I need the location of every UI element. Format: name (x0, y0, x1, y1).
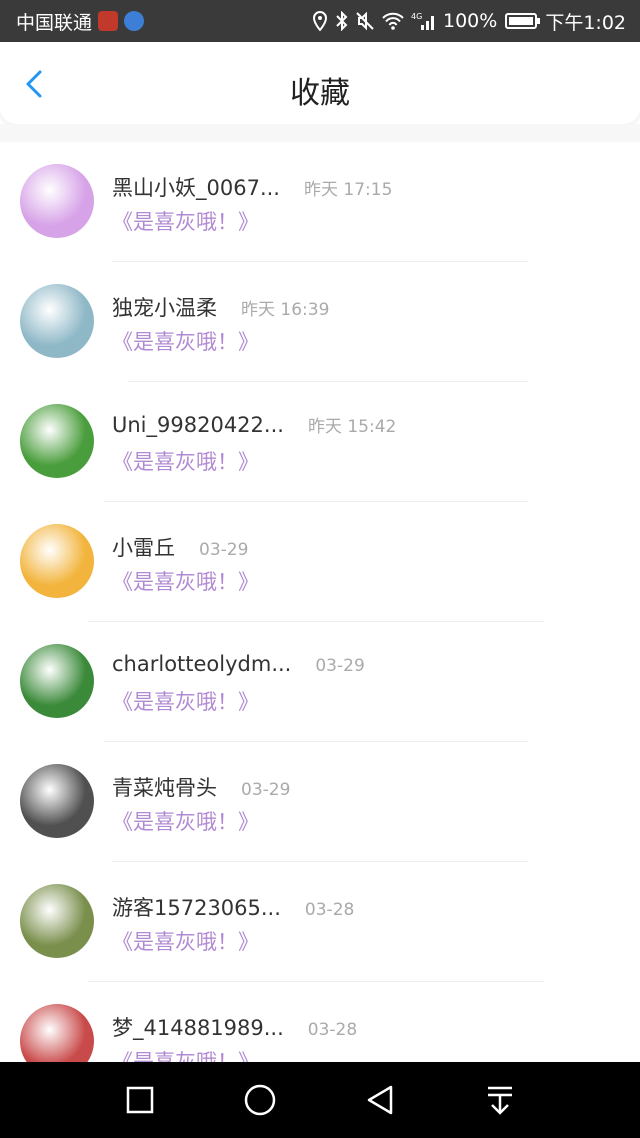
list-item[interactable]: 青菜炖骨头 03-29 《是喜灰哦！》 (0, 742, 640, 862)
favorite-title[interactable]: 《是喜灰哦！》 (112, 686, 259, 716)
favorite-title[interactable]: 《是喜灰哦！》 (112, 326, 259, 356)
timestamp: 03-29 (199, 540, 249, 560)
clock: 下午1:02 (545, 11, 626, 34)
avatar[interactable] (20, 1004, 94, 1062)
avatar[interactable] (20, 404, 94, 478)
location-icon (311, 11, 329, 31)
list-item[interactable]: charlotteolydm... 03-29 《是喜灰哦！》 (0, 622, 640, 742)
favorite-title[interactable]: 《是喜灰哦！》 (112, 1046, 259, 1062)
recent-apps-button[interactable] (120, 1080, 160, 1120)
avatar[interactable] (20, 164, 94, 238)
timestamp: 03-28 (307, 1020, 358, 1040)
favorite-title[interactable]: 《是喜灰哦！》 (112, 206, 259, 236)
user-name: 黑山小妖_0067... (112, 176, 280, 200)
user-name: Uni_99820422... (112, 413, 284, 437)
favorite-title[interactable]: 《是喜灰哦！》 (112, 446, 259, 476)
list-item[interactable]: 游客15723065... 03-28 《是喜灰哦！》 (0, 862, 640, 982)
carrier-label: 中国联通 (16, 11, 93, 34)
notification-pull-button[interactable] (480, 1080, 520, 1120)
user-name: 梦_414881989... (112, 1016, 284, 1040)
favorite-title[interactable]: 《是喜灰哦！》 (112, 566, 259, 596)
browser-notification-icon (124, 11, 145, 31)
mute-icon (355, 11, 375, 31)
avatar[interactable] (20, 644, 94, 718)
network-type-label: 4G (411, 12, 422, 21)
avatar[interactable] (20, 284, 94, 358)
system-back-button[interactable] (360, 1080, 400, 1120)
favorites-list: 黑山小妖_0067... 昨天 17:15 《是喜灰哦！》 独宠小温柔 昨天 1… (0, 142, 640, 1062)
list-item[interactable]: 黑山小妖_0067... 昨天 17:15 《是喜灰哦！》 (0, 142, 640, 262)
favorite-title[interactable]: 《是喜灰哦！》 (112, 806, 259, 836)
home-button[interactable] (240, 1080, 280, 1120)
timestamp: 昨天 15:42 (307, 417, 397, 437)
signal-icon: 4G (411, 11, 437, 31)
timestamp: 03-29 (241, 780, 291, 800)
page-title: 收藏 (290, 76, 350, 111)
bluetooth-icon (335, 11, 349, 31)
user-name: 游客15723065... (112, 896, 281, 920)
avatar[interactable] (20, 524, 94, 598)
list-item[interactable]: 小雷丘 03-29 《是喜灰哦！》 (0, 502, 640, 622)
battery-icon (505, 13, 541, 29)
user-name: 小雷丘 (112, 536, 175, 560)
battery-percent: 100% (443, 10, 498, 32)
user-name: charlotteolydm... (112, 652, 292, 676)
user-name: 青菜炖骨头 (112, 776, 217, 800)
list-item[interactable]: 梦_414881989... 03-28 《是喜灰哦！》 (0, 982, 640, 1062)
app-notification-icon (98, 11, 119, 31)
timestamp: 03-29 (315, 656, 365, 676)
back-icon (367, 1085, 393, 1115)
wifi-icon (381, 11, 405, 31)
list-item[interactable]: 独宠小温柔 昨天 16:39 《是喜灰哦！》 (0, 262, 640, 382)
recent-apps-icon (126, 1086, 154, 1114)
timestamp: 昨天 16:39 (241, 300, 330, 320)
timestamp: 03-28 (304, 900, 355, 920)
avatar[interactable] (20, 884, 94, 958)
home-icon (244, 1084, 276, 1116)
header-spacer (0, 124, 640, 142)
status-bar: 中国联通 4G 100% 下午1:02 (0, 0, 640, 42)
navigation-bar (0, 1062, 640, 1138)
avatar[interactable] (20, 764, 94, 838)
notification-pull-icon (488, 1086, 512, 1115)
timestamp: 昨天 17:15 (303, 180, 393, 200)
header: 收藏 (0, 42, 640, 124)
favorite-title[interactable]: 《是喜灰哦！》 (112, 926, 259, 956)
user-name: 独宠小温柔 (112, 296, 217, 320)
list-item[interactable]: Uni_99820422... 昨天 15:42 《是喜灰哦！》 (0, 382, 640, 502)
